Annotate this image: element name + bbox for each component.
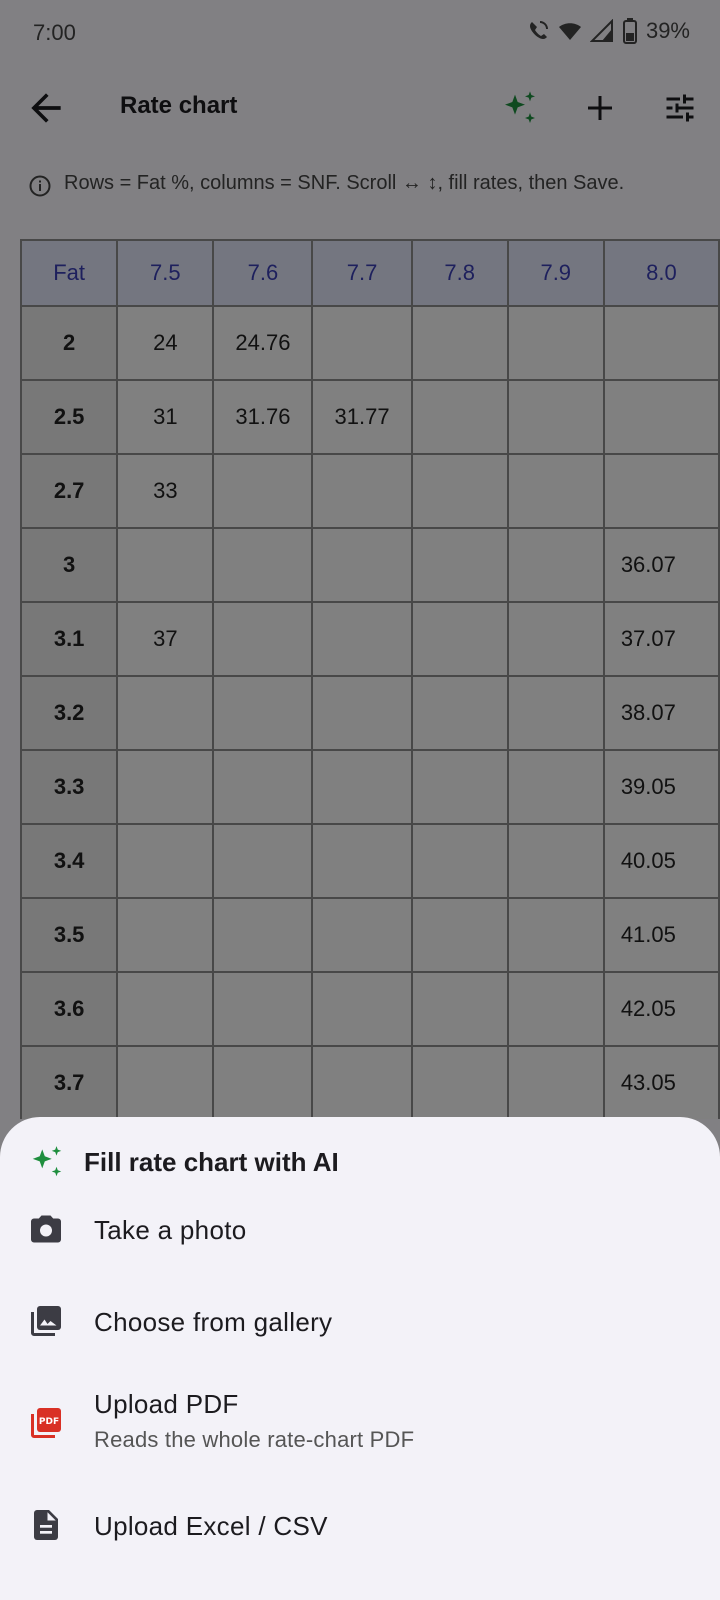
option-label: Upload Excel / CSV [94, 1511, 328, 1541]
option-label: Take a photo [94, 1215, 247, 1245]
take-photo-option[interactable]: Take a photo [0, 1189, 720, 1275]
gallery-icon [31, 1306, 61, 1336]
upload-pdf-option[interactable]: PDF Upload PDF Reads the whole rate-char… [0, 1373, 720, 1479]
sheet-header: Fill rate chart with AI [28, 1143, 339, 1181]
option-sublabel: Reads the whole rate-chart PDF [94, 1427, 415, 1452]
svg-text:PDF: PDF [39, 1417, 59, 1427]
camera-icon [31, 1215, 61, 1243]
document-icon [34, 1510, 58, 1540]
ai-fill-bottom-sheet: Fill rate chart with AI Take a photo Cho… [0, 1117, 720, 1600]
option-label: Upload PDF [94, 1389, 239, 1419]
option-label: Choose from gallery [94, 1307, 333, 1337]
choose-gallery-option[interactable]: Choose from gallery [0, 1281, 720, 1367]
pdf-icon: PDF [31, 1408, 61, 1438]
sheet-title: Fill rate chart with AI [84, 1146, 339, 1177]
sparkle-icon [32, 1146, 62, 1177]
upload-excel-option[interactable]: Upload Excel / CSV [0, 1485, 720, 1571]
